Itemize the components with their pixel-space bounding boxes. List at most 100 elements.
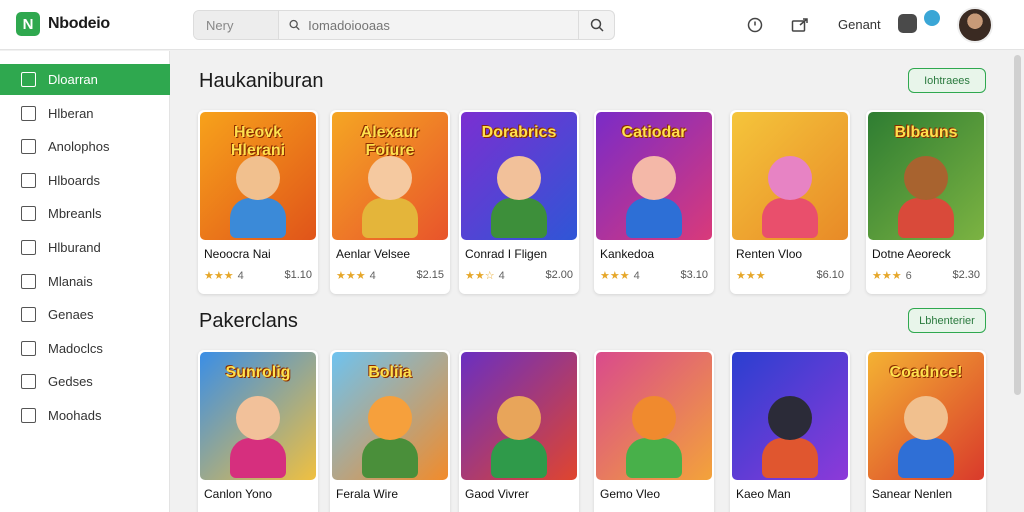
sidebar-item-icon [21, 172, 36, 188]
game-thumbnail: Blbauns [868, 112, 984, 240]
game-price: $2.00 [545, 269, 573, 281]
character-body-shape [898, 438, 954, 478]
sidebar-item-label: Genaes [48, 307, 94, 323]
sidebar-item[interactable]: Moohads [0, 400, 170, 431]
search-bar: Nery [193, 10, 615, 40]
game-card[interactable]: Dorabrics Conrad I Fligen ★★☆ 4 $2.00 [459, 110, 579, 294]
section-title: Haukaniburan [199, 70, 324, 92]
rating-value: 4 [498, 270, 505, 282]
character-head-shape [632, 396, 676, 440]
rating-value: 4 [369, 270, 376, 282]
game-card[interactable]: Heovk Hlerani Neoocra Nai ★★★ 4 $1.10 [198, 110, 318, 294]
game-title: Gaod Vivrer [465, 487, 529, 501]
star-rating: ★★★ 4 [204, 269, 244, 282]
game-card[interactable]: Catiodar Kankedoa ★★★ 4 $3.10 [594, 110, 714, 294]
sidebar-item-icon [21, 206, 36, 222]
character-body-shape [230, 198, 286, 238]
game-thumbnail: Coadnce! [868, 352, 984, 480]
game-card[interactable]: Coadnce! Sanear Nenlen [866, 350, 986, 512]
sidebar-item[interactable]: Hlburand [0, 232, 170, 263]
character-body-shape [626, 198, 682, 238]
character-head-shape [236, 396, 280, 440]
sidebar-item[interactable]: Mbreanls [0, 198, 170, 229]
sidebar-item-icon [21, 72, 36, 87]
sidebar-item-icon [21, 139, 36, 155]
scrollbar[interactable] [1014, 55, 1021, 395]
search-input[interactable] [308, 17, 568, 33]
section-action-button[interactable]: Iohtraees [908, 68, 986, 93]
sidebar-item-label: Hlburand [48, 240, 101, 255]
section-action-button[interactable]: Lbhenterier [908, 308, 986, 333]
sidebar-item[interactable]: Mlanais [0, 266, 170, 297]
character-body-shape [230, 438, 286, 478]
sidebar-item-icon [21, 408, 36, 423]
star-rating: ★★★ 6 [872, 269, 912, 282]
game-art-title: Coadnce! [889, 364, 963, 381]
app-name: Nbodeio [48, 15, 110, 32]
game-card[interactable]: Kaeo Man [730, 350, 850, 512]
sidebar-item-icon [21, 307, 36, 323]
sidebar-item-label: Mlanais [48, 273, 93, 289]
game-card[interactable]: Boliia Ferala Wire [330, 350, 450, 512]
game-title: Kaeo Man [736, 487, 791, 501]
rating-value: 4 [237, 270, 244, 282]
game-title: Renten Vloo [736, 247, 803, 261]
sidebar-item-label: Gedses [48, 374, 93, 390]
search-scope-select[interactable]: Nery [194, 11, 279, 39]
sidebar-item[interactable]: Anolophos [0, 131, 170, 162]
star-icons: ★★★ [336, 270, 366, 282]
game-card[interactable]: Sunrolig Canlon Yono [198, 350, 318, 512]
game-price: $2.30 [952, 269, 980, 281]
star-rating: ★★★ 4 [600, 269, 640, 282]
star-icons: ★★☆ [465, 270, 495, 282]
sidebar-item[interactable]: Genaes [0, 299, 170, 330]
star-icons: ★★★ [872, 270, 902, 282]
game-card[interactable]: Blbauns Dotne Aeoreck ★★★ 6 $2.30 [866, 110, 986, 294]
game-card[interactable]: Renten Vloo ★★★ $6.10 [730, 110, 850, 294]
sidebar-item-label: Moohads [48, 408, 102, 423]
section-title: Pakerclans [199, 310, 298, 332]
sidebar-item-icon [21, 273, 36, 289]
search-icon [289, 19, 300, 31]
sidebar-item[interactable]: Dloarran [0, 64, 170, 95]
sidebar-item-label: Mbreanls [48, 206, 102, 222]
game-title: Gemo Vleo [600, 487, 661, 501]
character-body-shape [626, 438, 682, 478]
game-thumbnail: Boliia [332, 352, 448, 480]
game-card[interactable]: Gemo Vleo [594, 350, 714, 512]
game-price: $1.10 [284, 269, 312, 281]
game-thumbnail: Alexaur Foiure [332, 112, 448, 240]
avatar[interactable] [957, 7, 993, 43]
character-body-shape [491, 438, 547, 478]
search-field[interactable] [279, 11, 578, 39]
game-card[interactable]: Alexaur Foiure Aenlar Velsee ★★★ 4 $2.15 [330, 110, 450, 294]
sidebar: Dloarran Hlberan Anolophos Hlboards Mbreanls… [0, 51, 170, 512]
game-card[interactable]: Gaod Vivrer [459, 350, 579, 512]
sidebar-item[interactable]: Gedses [0, 366, 170, 397]
sidebar-item[interactable]: Madoclcs [0, 333, 170, 364]
sidebar-item-label: Anolophos [48, 139, 110, 155]
clock-icon[interactable] [745, 15, 765, 35]
star-icons: ★★★ [600, 270, 630, 282]
game-price: $3.10 [680, 269, 708, 281]
game-art-title: Alexaur Foiure [360, 124, 420, 159]
notification-badge[interactable] [924, 10, 940, 26]
character-head-shape [904, 156, 948, 200]
sidebar-item[interactable]: Hlboards [0, 165, 170, 196]
share-icon[interactable] [790, 15, 810, 35]
sidebar-item-label: Hlboards [48, 172, 101, 188]
apps-icon[interactable] [898, 14, 917, 33]
rating-value: 4 [633, 270, 640, 282]
star-icons: ★★★ [736, 270, 766, 282]
search-button[interactable] [578, 11, 614, 39]
character-head-shape [768, 396, 812, 440]
game-thumbnail: Catiodar [596, 112, 712, 240]
sidebar-item[interactable]: Hlberan [0, 98, 170, 129]
game-title: Canlon Yono [204, 487, 273, 501]
game-title: Dotne Aeoreck [872, 247, 951, 261]
sidebar-item-label: Hlberan [48, 105, 94, 121]
character-head-shape [236, 156, 280, 200]
account-label[interactable]: Genant [838, 17, 881, 32]
game-art-title: Dorabrics [481, 124, 557, 141]
app-logo[interactable]: N Nbodeio [16, 12, 110, 36]
